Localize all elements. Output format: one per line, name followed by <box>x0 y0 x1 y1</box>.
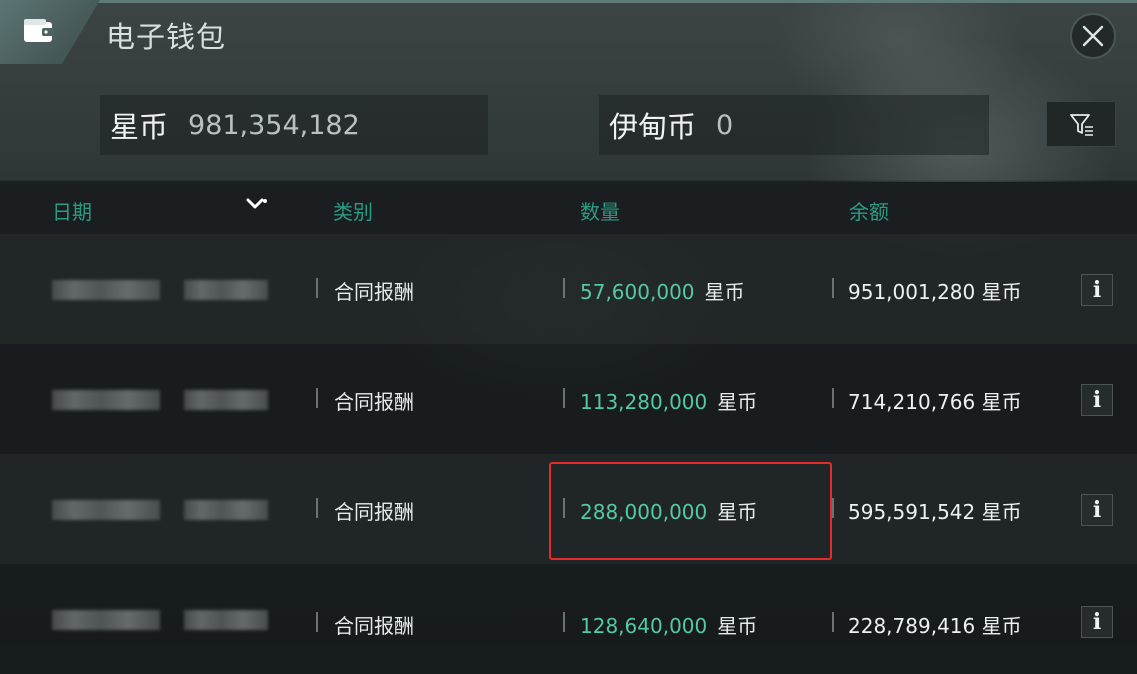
divider <box>563 388 565 408</box>
column-header-balance: 余额 <box>849 200 889 224</box>
time-blurred <box>184 390 268 410</box>
time-blurred <box>184 500 268 520</box>
close-button[interactable] <box>1070 13 1116 59</box>
currency-value: 0 <box>716 109 734 141</box>
currency-value: 981,354,182 <box>188 109 360 141</box>
date-blurred <box>52 280 160 300</box>
time-blurred <box>184 280 268 300</box>
category-cell: 合同报酬 <box>334 280 414 304</box>
currency-name: 星币 <box>110 110 169 144</box>
wallet-icon <box>24 19 54 42</box>
amount-unit: 星币 <box>717 614 758 638</box>
amount-unit: 星币 <box>717 500 758 524</box>
amount-unit: 星币 <box>717 390 758 414</box>
table-row[interactable]: 合同报酬 128,640,000 星币 228,789,416 星币 i <box>0 564 1137 674</box>
table-row[interactable]: 合同报酬 288,000,000 星币 595,591,542 星币 i <box>0 454 1137 564</box>
amount-cell: 113,280,000 星币 <box>580 386 757 415</box>
column-header-category: 类别 <box>333 200 373 224</box>
divider <box>316 388 318 408</box>
date-blurred <box>52 610 160 630</box>
balance-cell: 595,591,542 星币 <box>848 500 1022 524</box>
divider <box>832 612 834 632</box>
amount-value: 113,280,000 <box>580 390 708 414</box>
divider <box>832 278 834 298</box>
date-blurred <box>52 500 160 520</box>
eden-coin-balance: 伊甸币 0 <box>599 95 989 155</box>
info-button[interactable]: i <box>1081 274 1113 306</box>
divider <box>832 388 834 408</box>
info-button[interactable]: i <box>1081 384 1113 416</box>
date-blurred <box>52 390 160 410</box>
category-cell: 合同报酬 <box>334 614 414 638</box>
table-row[interactable]: 合同报酬 113,280,000 星币 714,210,766 星币 i <box>0 344 1137 454</box>
chevron-down-icon[interactable] <box>246 197 268 211</box>
table-row[interactable]: 合同报酬 57,600,000 星币 951,001,280 星币 i <box>0 234 1137 344</box>
title-bar: 电子钱包 <box>0 0 1137 64</box>
balance-cell: 714,210,766 星币 <box>848 390 1022 414</box>
amount-value: 128,640,000 <box>580 614 708 638</box>
column-header-amount: 数量 <box>580 200 620 224</box>
filter-icon <box>1070 114 1093 136</box>
amount-value: 57,600,000 <box>580 280 695 304</box>
info-button[interactable]: i <box>1081 606 1113 638</box>
amount-value: 288,000,000 <box>580 500 708 524</box>
divider <box>316 278 318 298</box>
divider <box>563 278 565 298</box>
divider <box>563 612 565 632</box>
balance-cell: 951,001,280 星币 <box>848 280 1022 304</box>
column-header-date[interactable]: 日期 <box>52 196 92 225</box>
star-coin-balance: 星币 981,354,182 <box>100 95 488 155</box>
category-cell: 合同报酬 <box>334 500 414 524</box>
amount-cell: 128,640,000 星币 <box>580 610 757 639</box>
balance-cell: 228,789,416 星币 <box>848 614 1022 638</box>
close-icon <box>1082 25 1104 47</box>
time-blurred <box>184 610 268 630</box>
divider <box>316 612 318 632</box>
divider <box>563 498 565 518</box>
category-cell: 合同报酬 <box>334 390 414 414</box>
divider <box>832 498 834 518</box>
currency-name: 伊甸币 <box>609 110 697 144</box>
title-bar-accent-line <box>0 0 1137 3</box>
table-header: 日期 类别 数量 余额 <box>0 182 1137 234</box>
info-button[interactable]: i <box>1081 494 1113 526</box>
window-title: 电子钱包 <box>106 20 227 54</box>
amount-cell: 288,000,000 星币 <box>580 496 757 525</box>
divider <box>316 498 318 518</box>
amount-cell: 57,600,000 星币 <box>580 276 745 305</box>
amount-unit: 星币 <box>704 280 745 304</box>
filter-button[interactable] <box>1046 101 1116 147</box>
